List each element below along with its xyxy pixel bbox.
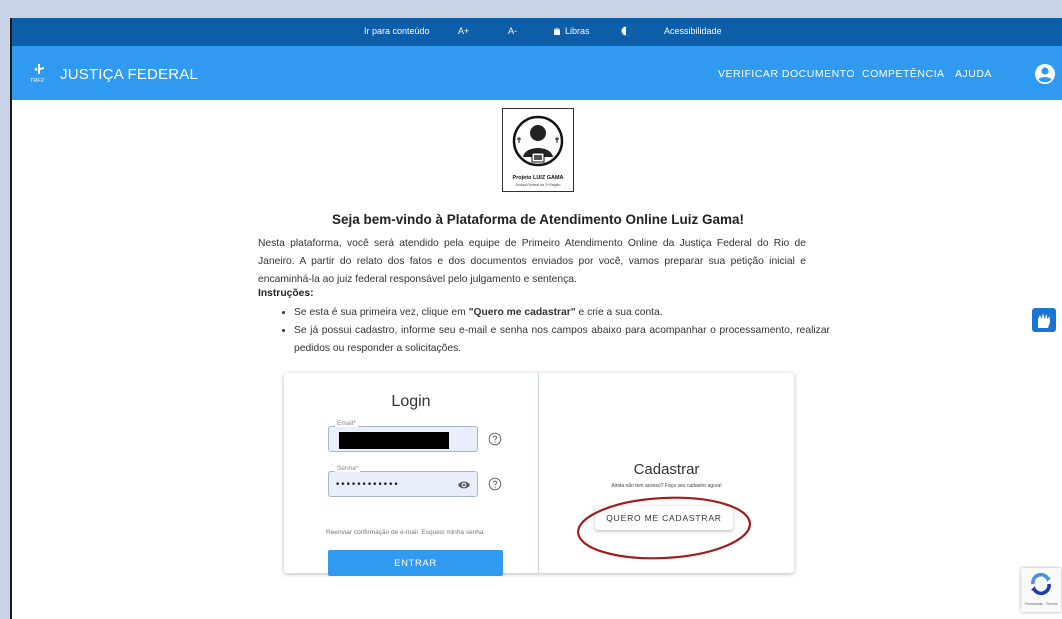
brand-logo[interactable]: TRF2 JUSTIÇA FEDERAL [30,64,198,84]
password-field[interactable]: Senha* [328,465,478,497]
welcome-title: Seja bem-vindo à Plataforma de Atendimen… [331,212,745,227]
instruction1-post: e crie a sua conta. [575,307,663,318]
projeto-luiz-gama-logo: Projeto LUIZ GAMA Justiça Federal da 2ª … [502,108,574,192]
password-label: Senha* [335,465,361,472]
email-field[interactable]: Email* [328,420,478,452]
skip-to-content-link[interactable]: Ir para conteúdo [364,26,430,36]
font-increase-button[interactable]: A+ [458,26,469,36]
contrast-icon [621,26,631,36]
register-subtitle: Ainda não tem acesso? Faça seu cadastro … [611,483,722,489]
logo-caption: Projeto LUIZ GAMA [512,175,564,181]
recaptcha-terms[interactable]: Privacidade - Termos [1021,602,1061,606]
accessibility-link[interactable]: Acessibilidade [664,26,722,36]
brand-mark-text: TRF2 [30,78,44,84]
nav-ajuda[interactable]: AJUDA [955,68,992,80]
instructions-heading: Instruções: [258,288,314,299]
vlibras-widget-button[interactable] [1032,308,1056,332]
hands-icon [1038,313,1050,328]
email-input[interactable] [335,433,457,447]
user-account-button[interactable] [1032,61,1058,87]
password-help-icon[interactable] [488,477,502,491]
auth-card: Login Email* Senha* Reenviar confirmação… [284,373,794,576]
brand-name: JUSTIÇA FEDERAL [60,65,199,83]
login-links: Reenviar confirmação de e-mail Esqueci m… [326,529,484,536]
login-submit-button[interactable]: ENTRAR [328,550,503,576]
main-navbar: TRF2 JUSTIÇA FEDERAL VERIFICAR DOCUMENTO… [12,46,1062,100]
nav-verificar-documento[interactable]: VERIFICAR DOCUMENTO [718,68,855,80]
instructions-list: Se esta é sua primeira vez, clique em "Q… [270,304,830,358]
register-button[interactable]: QUERO ME CADASTRAR [595,506,733,530]
contrast-toggle[interactable] [621,26,634,36]
recaptcha-badge[interactable]: Privacidade - Termos [1021,568,1061,612]
instruction1-bold: "Quero me cadastrar" [468,307,576,318]
font-decrease-button[interactable]: A- [508,26,517,36]
instruction-item: Se já possui cadastro, informe seu e-mai… [294,322,830,358]
libras-link[interactable]: Libras [552,26,590,36]
email-help-icon[interactable] [488,432,502,446]
register-title: Cadastrar [633,461,700,478]
accessibility-bar: Ir para conteúdo A+ A- Libras Acessibili… [12,18,1062,46]
forgot-password-link[interactable]: Esqueci minha senha [421,529,483,536]
hands-icon [554,27,560,35]
instruction-item: Se esta é sua primeira vez, clique em "Q… [294,304,830,322]
logo-subcaption: Justiça Federal da 2ª Região [515,183,561,187]
password-input[interactable] [335,478,457,492]
resend-confirmation-link[interactable]: Reenviar confirmação de e-mail [326,529,418,536]
email-label: Email* [335,420,358,427]
libras-label: Libras [565,26,590,36]
instruction1-pre: Se esta é sua primeira vez, clique em [294,307,469,318]
portrait-seal-icon [512,115,564,167]
login-title: Login [391,393,431,410]
eye-icon[interactable] [457,479,471,491]
trf2-logo-icon: TRF2 [30,64,54,84]
intro-paragraph: Nesta plataforma, você será atendido pel… [258,238,806,285]
browser-viewport: Ir para conteúdo A+ A- Libras Acessibili… [10,18,1062,619]
account-circle-icon [1035,64,1055,84]
recaptcha-icon [1031,572,1051,596]
nav-competencia[interactable]: COMPETÊNCIA [862,68,945,80]
